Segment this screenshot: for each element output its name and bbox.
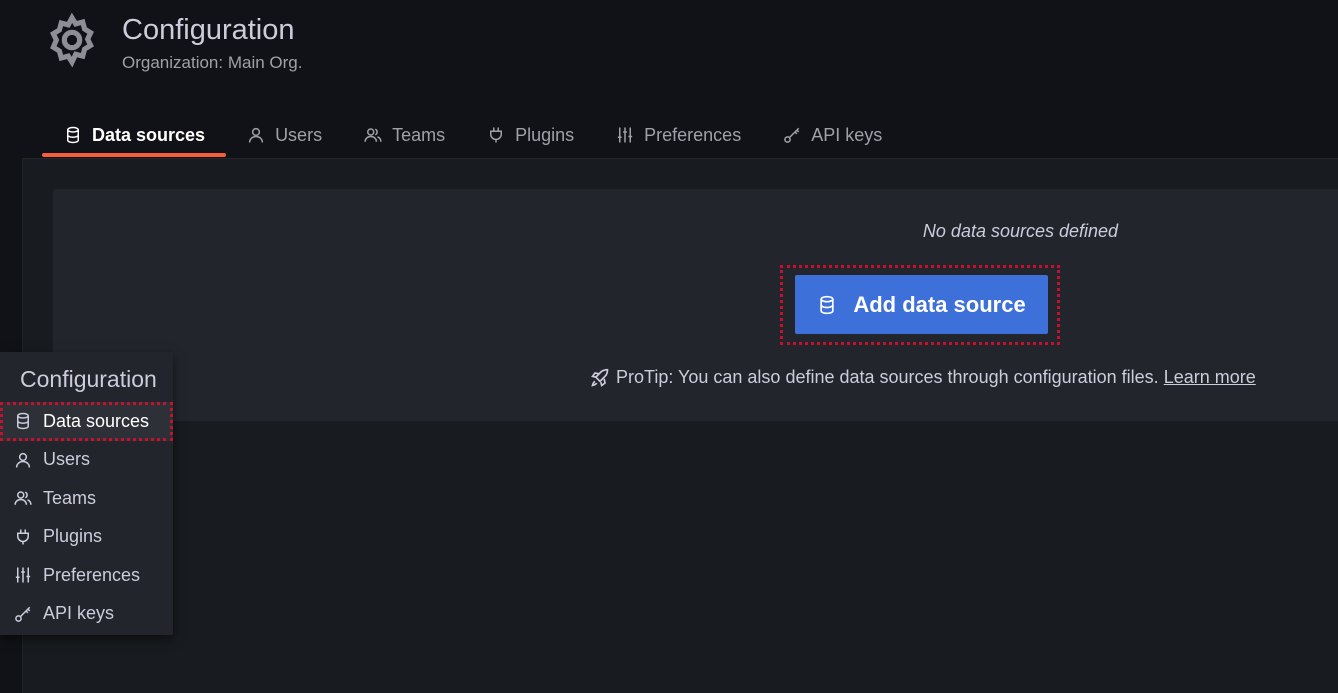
- sidebar-item-label: Data sources: [43, 410, 150, 431]
- tab-label: Plugins: [515, 124, 575, 145]
- add-data-source-button[interactable]: Add data source: [795, 275, 1048, 334]
- sidebar-item-preferences[interactable]: Preferences: [0, 556, 173, 595]
- database-icon: [64, 126, 82, 144]
- user-icon: [14, 451, 32, 469]
- flyout-list: Data sources Users Teams Plugins Prefere…: [0, 402, 173, 633]
- tab-label: Preferences: [644, 124, 742, 145]
- users-icon: [364, 126, 382, 144]
- tab-label: Teams: [392, 124, 446, 145]
- sidebar-flyout-menu: Configuration Data sources Users Teams P…: [0, 352, 173, 635]
- key-icon: [783, 126, 801, 144]
- sidebar-item-users[interactable]: Users: [0, 441, 173, 480]
- tab-label: Users: [275, 124, 323, 145]
- database-icon: [817, 295, 837, 315]
- page-header: Configuration Organization: Main Org. Da…: [0, 0, 1338, 158]
- database-icon: [14, 412, 32, 430]
- tab-preferences[interactable]: Preferences: [595, 115, 762, 155]
- config-tabs: Data sources Users Teams Plugins Prefere…: [42, 115, 903, 159]
- add-data-source-label: Add data source: [853, 291, 1026, 317]
- sidebar-item-teams[interactable]: Teams: [0, 479, 173, 518]
- plug-icon: [487, 126, 505, 144]
- tab-teams[interactable]: Teams: [343, 115, 466, 155]
- sidebar-item-plugins[interactable]: Plugins: [0, 518, 173, 557]
- users-icon: [14, 489, 32, 507]
- user-icon: [247, 126, 265, 144]
- page-title: Configuration: [122, 14, 295, 46]
- sliders-icon: [14, 566, 32, 584]
- learn-more-link[interactable]: Learn more: [1164, 367, 1256, 388]
- tab-api-keys[interactable]: API keys: [762, 115, 903, 155]
- sidebar-item-label: Users: [43, 449, 91, 470]
- empty-state-title: No data sources defined: [922, 221, 1119, 241]
- tab-users[interactable]: Users: [226, 115, 343, 155]
- protip: ProTip: You can also define data sources…: [590, 367, 1256, 388]
- sidebar-item-label: Teams: [43, 487, 97, 508]
- sidebar-item-data-sources[interactable]: Data sources: [0, 402, 173, 441]
- plug-icon: [14, 528, 32, 546]
- sliders-icon: [616, 126, 634, 144]
- gear-icon: [44, 12, 100, 68]
- tab-label: API keys: [811, 124, 883, 145]
- page-subtitle: Organization: Main Org.: [122, 53, 303, 72]
- key-icon: [14, 605, 32, 623]
- tab-data-sources[interactable]: Data sources: [42, 115, 227, 157]
- tab-label: Data sources: [92, 124, 206, 145]
- sidebar-item-label: Preferences: [43, 564, 141, 585]
- tab-plugins[interactable]: Plugins: [466, 115, 595, 155]
- sidebar-item-label: Plugins: [43, 526, 103, 547]
- rocket-icon: [590, 368, 610, 388]
- empty-state-card: No data sources defined Add data source …: [53, 189, 1338, 421]
- flyout-title: Configuration: [20, 366, 157, 392]
- protip-text: ProTip: You can also define data sources…: [616, 367, 1159, 387]
- sidebar-item-api-keys[interactable]: API keys: [0, 595, 173, 634]
- sidebar-item-label: API keys: [43, 603, 115, 624]
